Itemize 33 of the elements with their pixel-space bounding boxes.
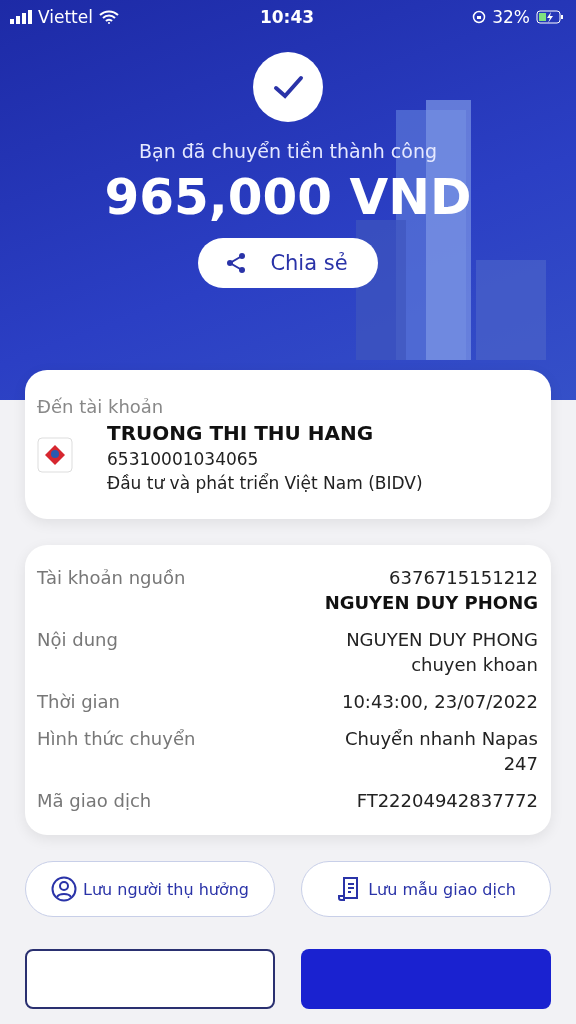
detail-value: 10:43:00, 23/07/2022 — [341, 691, 538, 712]
bank-name: Đầu tư và phát triển Việt Nam (BIDV) — [107, 473, 423, 493]
detail-label: Tài khoản nguồn — [37, 567, 186, 590]
save-beneficiary-button[interactable]: Lưu người thụ hưởng — [25, 861, 275, 917]
detail-label: Hình thức chuyển — [37, 728, 196, 751]
checkmark-icon — [253, 52, 323, 122]
detail-label: Nội dung — [37, 629, 118, 652]
detail-label: Mã giao dịch — [37, 790, 152, 811]
recipient-name: TRUONG THI THU HANG — [107, 421, 375, 445]
detail-value: NGUYEN DUY PHONG — [324, 592, 538, 613]
signal-icon — [10, 10, 32, 24]
save-template-button[interactable]: Lưu mẫu giao dịch — [301, 861, 551, 917]
battery-percent: 32% — [492, 7, 530, 27]
battery-charging-icon — [536, 10, 564, 24]
detail-value: FT22204942837772 — [356, 790, 538, 811]
rotation-lock-icon — [472, 10, 487, 24]
detail-value: 247 — [503, 753, 538, 774]
carrier-name: Viettel — [38, 7, 93, 27]
clock-time: 10:43 — [259, 7, 315, 27]
recipient-label: Đến tài khoản — [37, 396, 165, 417]
transfer-amount: 965,000 VND — [104, 168, 472, 226]
success-message: Bạn đã chuyển tiền thành công — [139, 140, 437, 162]
detail-value: Chuyển nhanh Napas — [345, 728, 538, 749]
outline-button[interactable] — [25, 949, 275, 1009]
detail-value: 6376715151212 — [389, 567, 538, 588]
bank-logo-icon — [37, 437, 73, 473]
share-button[interactable]: Chia sẻ — [198, 238, 378, 288]
detail-value: chuyen khoan — [411, 654, 538, 675]
person-icon — [50, 876, 77, 902]
account-number: 65310001034065 — [107, 449, 260, 469]
detail-label: Thời gian — [37, 691, 120, 712]
wifi-icon — [98, 10, 119, 24]
detail-value: NGUYEN DUY PHONG — [346, 629, 538, 650]
